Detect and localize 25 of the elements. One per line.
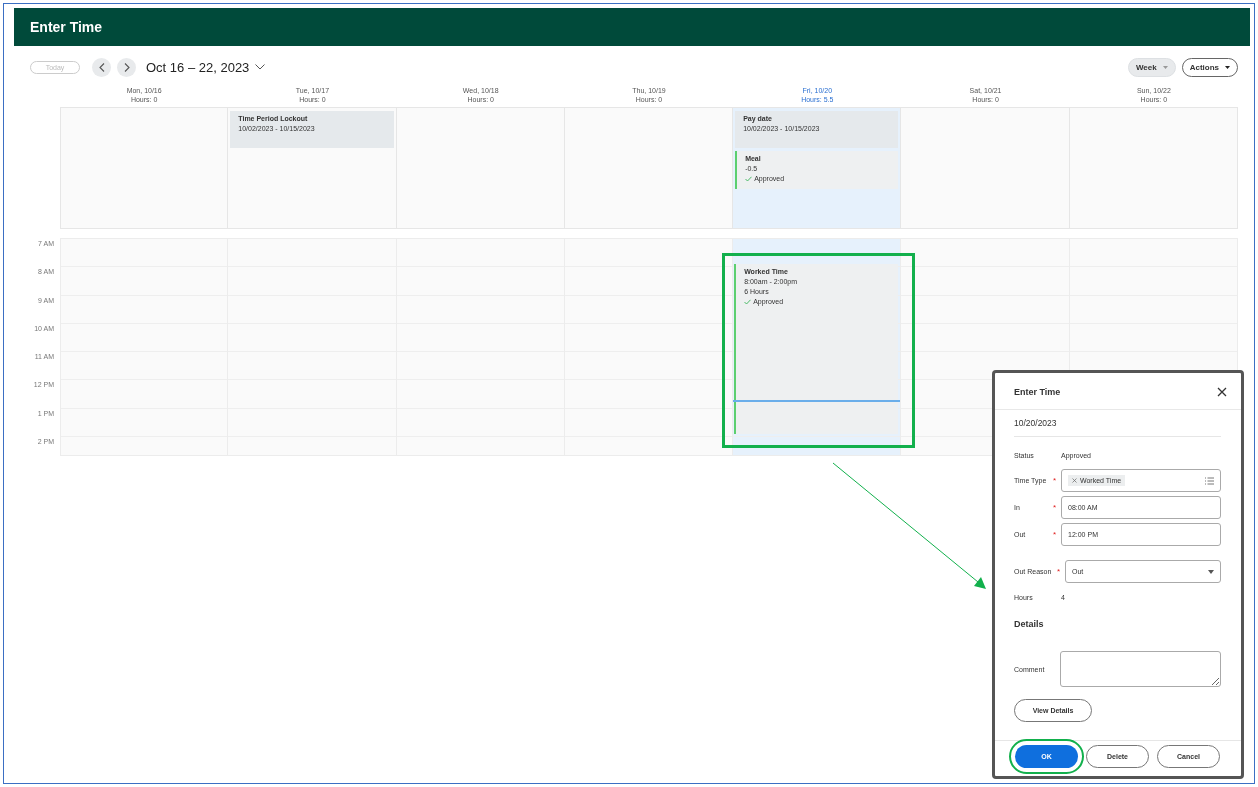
section-title: Details: [1014, 619, 1045, 629]
week-dropdown[interactable]: Week: [1127, 57, 1176, 77]
date-range-title[interactable]: Oct 16 – 22, 2023: [146, 59, 250, 75]
required-mark: *: [1053, 530, 1058, 539]
chevron-down-icon[interactable]: [255, 64, 266, 70]
actions-button[interactable]: Actions: [1181, 57, 1238, 77]
dialog-title: Enter Time: [1014, 387, 1061, 397]
next-button[interactable]: [117, 57, 136, 77]
close-icon: [1217, 387, 1227, 397]
required-mark: *: [1053, 503, 1058, 512]
close-button[interactable]: [1217, 387, 1227, 397]
page-title: Enter Time: [30, 19, 103, 35]
required-mark: *: [1057, 567, 1062, 576]
caret-icon: [1225, 65, 1230, 69]
previous-button[interactable]: [92, 57, 111, 77]
chevron-left-icon: [98, 62, 105, 72]
check-icon: [745, 176, 753, 182]
check-icon: [744, 299, 752, 305]
entry-date: 10/20/2023: [1014, 418, 1221, 437]
required-mark: *: [1053, 476, 1058, 485]
comment-field[interactable]: [1060, 651, 1221, 687]
chevron-right-icon: [123, 62, 130, 72]
remove-icon[interactable]: [1072, 478, 1077, 483]
dropdown-icon: [1208, 569, 1214, 574]
caret-icon: [1162, 65, 1168, 69]
